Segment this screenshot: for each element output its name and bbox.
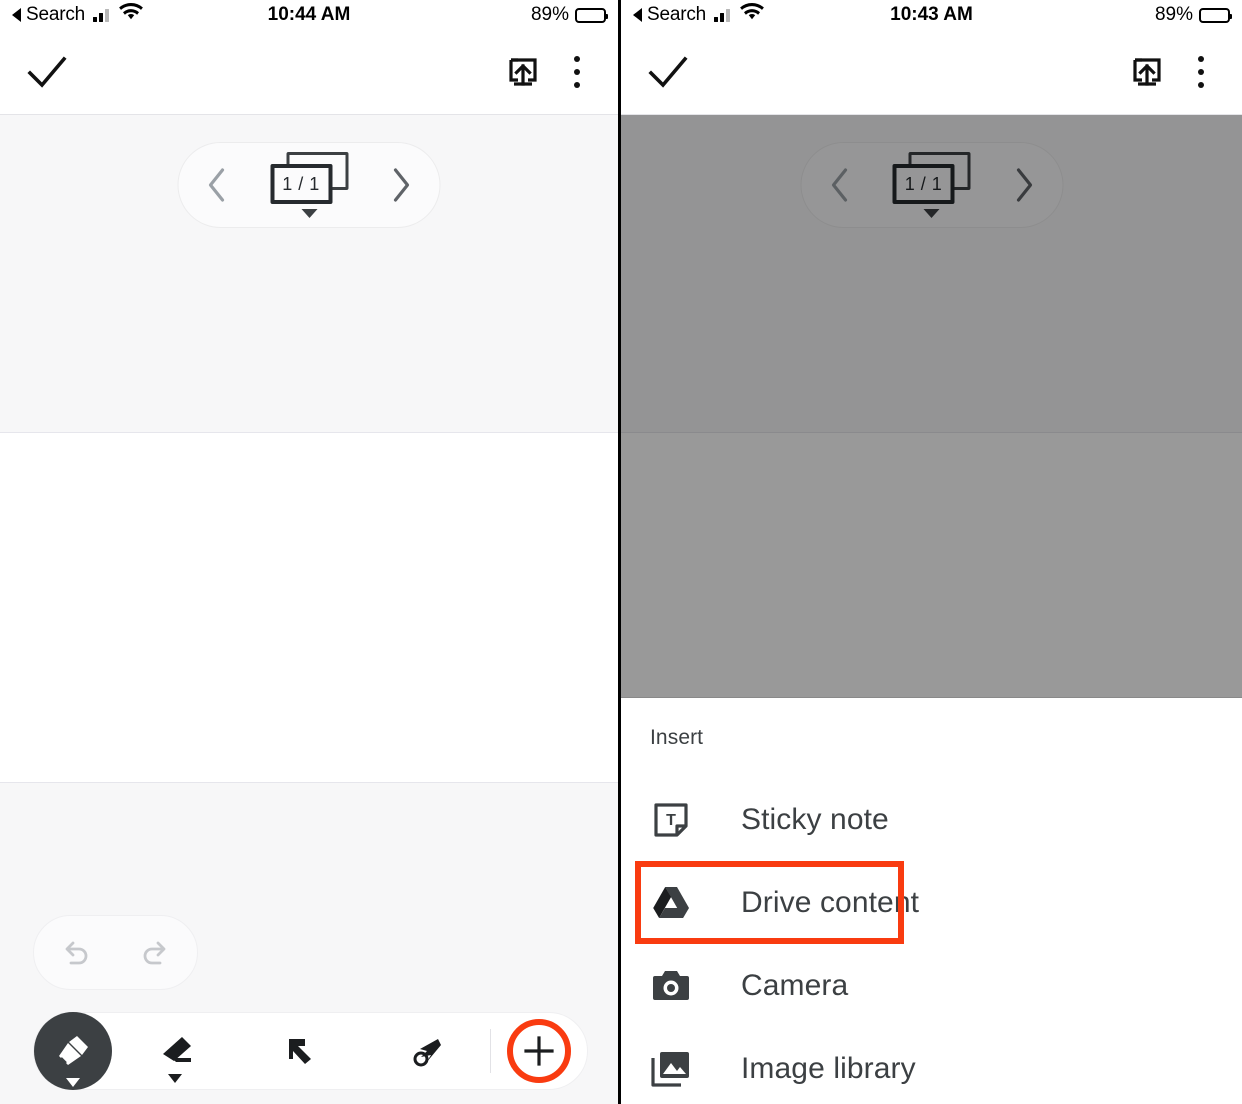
insert-sheet-title: Insert [650,726,704,749]
more-options-button[interactable] [1198,56,1218,88]
more-options-button[interactable] [574,56,594,88]
pen-options-caret-icon[interactable] [66,1078,80,1087]
slide-counter-label: 1 / 1 [270,164,332,204]
done-checkmark-button[interactable] [645,49,691,95]
battery-percent-label: 89% [1154,4,1193,25]
insert-option-image-library[interactable]: Image library [621,1027,1242,1104]
image-library-icon [650,1048,692,1090]
more-options-kebab-icon [1198,56,1204,88]
status-bar-right-group: 89% [530,4,608,26]
insert-add-button[interactable] [491,1019,587,1083]
chevron-left-icon[interactable] [829,167,851,203]
eraser-icon [163,1037,191,1062]
back-to-search-arrow-icon[interactable] [633,8,642,22]
insert-option-label: Drive content [741,885,920,919]
pen-tool-button[interactable] [34,1012,112,1090]
checkmark-icon [27,56,67,88]
svg-text:T: T [666,812,676,829]
google-drive-icon [650,882,692,924]
more-options-kebab-icon [574,56,580,88]
sticky-note-icon: T [650,799,692,841]
status-bar-left-group: Search [633,2,764,28]
caret-down-icon[interactable] [301,209,317,218]
slide-counter-button[interactable]: 1 / 1 [892,152,971,218]
redo-arrow-icon[interactable] [138,935,174,971]
slide-navigator-pill[interactable]: 1 / 1 [177,142,441,228]
cellular-signal-icon [93,8,110,22]
present-button[interactable] [502,51,574,93]
caret-down-icon[interactable] [923,209,940,218]
laser-pointer-icon [413,1039,441,1067]
right-phone-panel: Search 10:43 AM 89% 1 / 1 Insert T Stick… [621,0,1242,1104]
status-bar-right-group: 89% [1154,4,1232,26]
app-bar-left [0,30,618,115]
insert-option-drive-content[interactable]: Drive content [621,861,1242,944]
cellular-signal-icon [714,8,731,22]
eraser-options-caret-icon[interactable] [168,1074,182,1083]
present-to-screen-icon [1133,58,1161,86]
status-bar-left-group: Search [12,2,143,28]
battery-icon [575,7,608,23]
back-to-search-label[interactable]: Search [26,4,85,26]
drawing-toolbar[interactable] [33,1012,588,1090]
select-arrow-icon [289,1039,311,1064]
eraser-tool-button[interactable] [112,1013,238,1089]
insert-option-label: Image library [741,1051,916,1085]
chevron-right-icon[interactable] [390,167,412,203]
battery-percent-label: 89% [530,4,569,25]
highlight-ring [507,1019,571,1083]
status-bar-right: Search 10:43 AM 89% [621,0,1242,30]
slides-stack-icon: 1 / 1 [892,152,971,204]
undo-arrow-icon[interactable] [57,935,93,971]
slide-sheet[interactable] [0,433,618,783]
insert-option-sticky-note[interactable]: T Sticky note [621,778,1242,861]
slide-navigator-pill[interactable]: 1 / 1 [800,142,1063,228]
insert-options-list: T Sticky note Drive content Camera Image… [621,778,1242,1104]
undo-redo-pill[interactable] [33,915,198,990]
checkmark-icon [648,56,688,88]
back-to-search-arrow-icon[interactable] [12,8,21,22]
wifi-icon [740,2,764,27]
insert-bottom-sheet: Insert T Sticky note Drive content Camer… [621,698,1242,1104]
chevron-left-icon[interactable] [207,167,229,203]
slide-counter-button[interactable]: 1 / 1 [270,152,348,218]
select-tool-button[interactable] [238,1013,364,1089]
marker-pen-icon [59,1036,88,1065]
done-checkmark-button[interactable] [24,49,70,95]
screenshot-pair: Search 10:44 AM 89% 1 / 1 Search 10:43 A… [0,0,1242,1104]
chevron-right-icon[interactable] [1012,167,1034,203]
slides-stack-icon: 1 / 1 [270,152,348,204]
left-phone-panel: Search 10:44 AM 89% 1 / 1 [0,0,621,1104]
insert-option-camera[interactable]: Camera [621,944,1242,1027]
present-to-screen-icon [509,58,537,86]
present-button[interactable] [1126,51,1198,93]
slide-counter-label: 1 / 1 [892,164,955,204]
wifi-icon [119,2,143,27]
camera-icon [650,965,692,1007]
insert-option-label: Camera [741,968,849,1002]
slide-canvas-left[interactable]: 1 / 1 [0,115,618,1104]
battery-icon [1199,7,1232,23]
back-to-search-label[interactable]: Search [647,4,706,26]
app-bar-right [621,30,1242,115]
slide-canvas-right[interactable]: 1 / 1 Insert T Sticky note Drive content… [621,115,1242,1104]
insert-option-label: Sticky note [741,802,889,836]
laser-pointer-tool-button[interactable] [364,1013,490,1089]
status-bar-left: Search 10:44 AM 89% [0,0,618,30]
